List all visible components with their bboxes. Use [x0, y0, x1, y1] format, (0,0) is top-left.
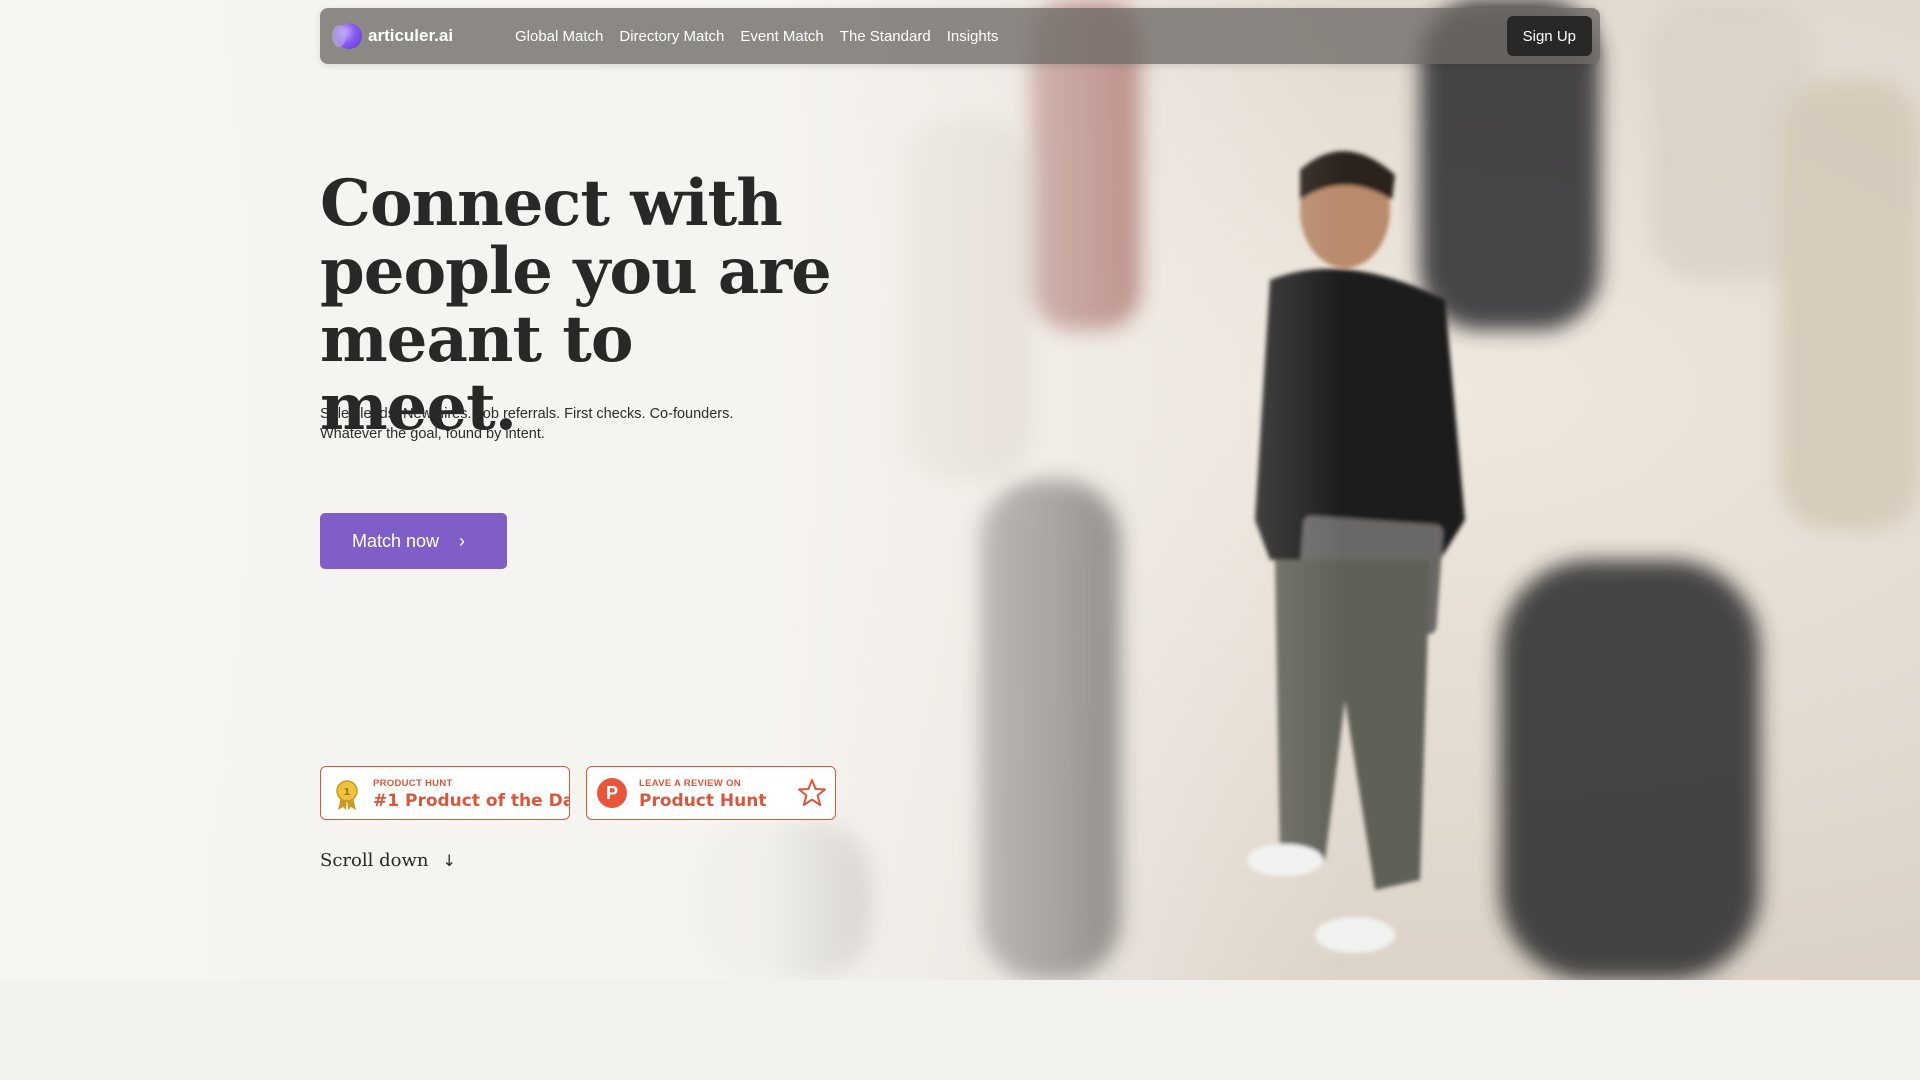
top-navbar: articuler.ai Global Match Directory Matc…: [320, 8, 1600, 64]
scroll-down-label: Scroll down: [320, 850, 429, 871]
nav-link-event-match[interactable]: Event Match: [740, 28, 823, 45]
star-icon: [798, 779, 826, 806]
badge-caption: PRODUCT HUNT: [373, 778, 453, 789]
nav-link-the-standard[interactable]: The Standard: [840, 28, 931, 45]
nav-links: Global Match Directory Match Event Match…: [515, 8, 1014, 64]
hero-subtext: Sales leads. New hires. Job referrals. F…: [320, 404, 780, 444]
headline-line: Connect with: [320, 166, 783, 241]
hero-headline: Connect with people you are meant to mee…: [320, 170, 840, 442]
match-now-button[interactable]: Match now ›: [320, 513, 507, 569]
badge-caption: LEAVE A REVIEW ON: [639, 778, 741, 789]
svg-text:1: 1: [344, 787, 351, 798]
nav-link-insights[interactable]: Insights: [947, 28, 999, 45]
chevron-right-icon: ›: [459, 530, 466, 551]
nav-link-directory-match[interactable]: Directory Match: [619, 28, 724, 45]
nav-link-global-match[interactable]: Global Match: [515, 28, 603, 45]
product-hunt-logo-icon: P: [597, 778, 627, 808]
arrow-down-icon: ↓: [442, 851, 456, 870]
medal-icon: 1: [336, 780, 358, 810]
product-hunt-review-badge[interactable]: P LEAVE A REVIEW ON Product Hunt: [586, 766, 836, 820]
hero-section: articuler.ai Global Match Directory Matc…: [0, 0, 1920, 980]
product-hunt-day-badge[interactable]: 1 PRODUCT HUNT #1 Product of the Day: [320, 766, 570, 820]
scroll-down-link[interactable]: Scroll down ↓: [320, 850, 456, 871]
subtext-line: Whatever the goal, found by intent.: [320, 426, 545, 442]
logo[interactable]: articuler.ai: [332, 23, 454, 49]
logo-text: articuler.ai: [368, 26, 454, 45]
headline-line: people you are: [320, 234, 832, 309]
hero-gradient-overlay: [0, 0, 1920, 980]
subtext-line: Sales leads. New hires. Job referrals. F…: [320, 406, 734, 422]
badge-title: Product Hunt: [639, 791, 767, 811]
logo-mark-icon: [332, 23, 362, 49]
badge-title: #1 Product of the Day: [373, 791, 570, 811]
match-now-label: Match now: [352, 530, 440, 551]
sign-up-button[interactable]: Sign Up: [1506, 16, 1592, 56]
